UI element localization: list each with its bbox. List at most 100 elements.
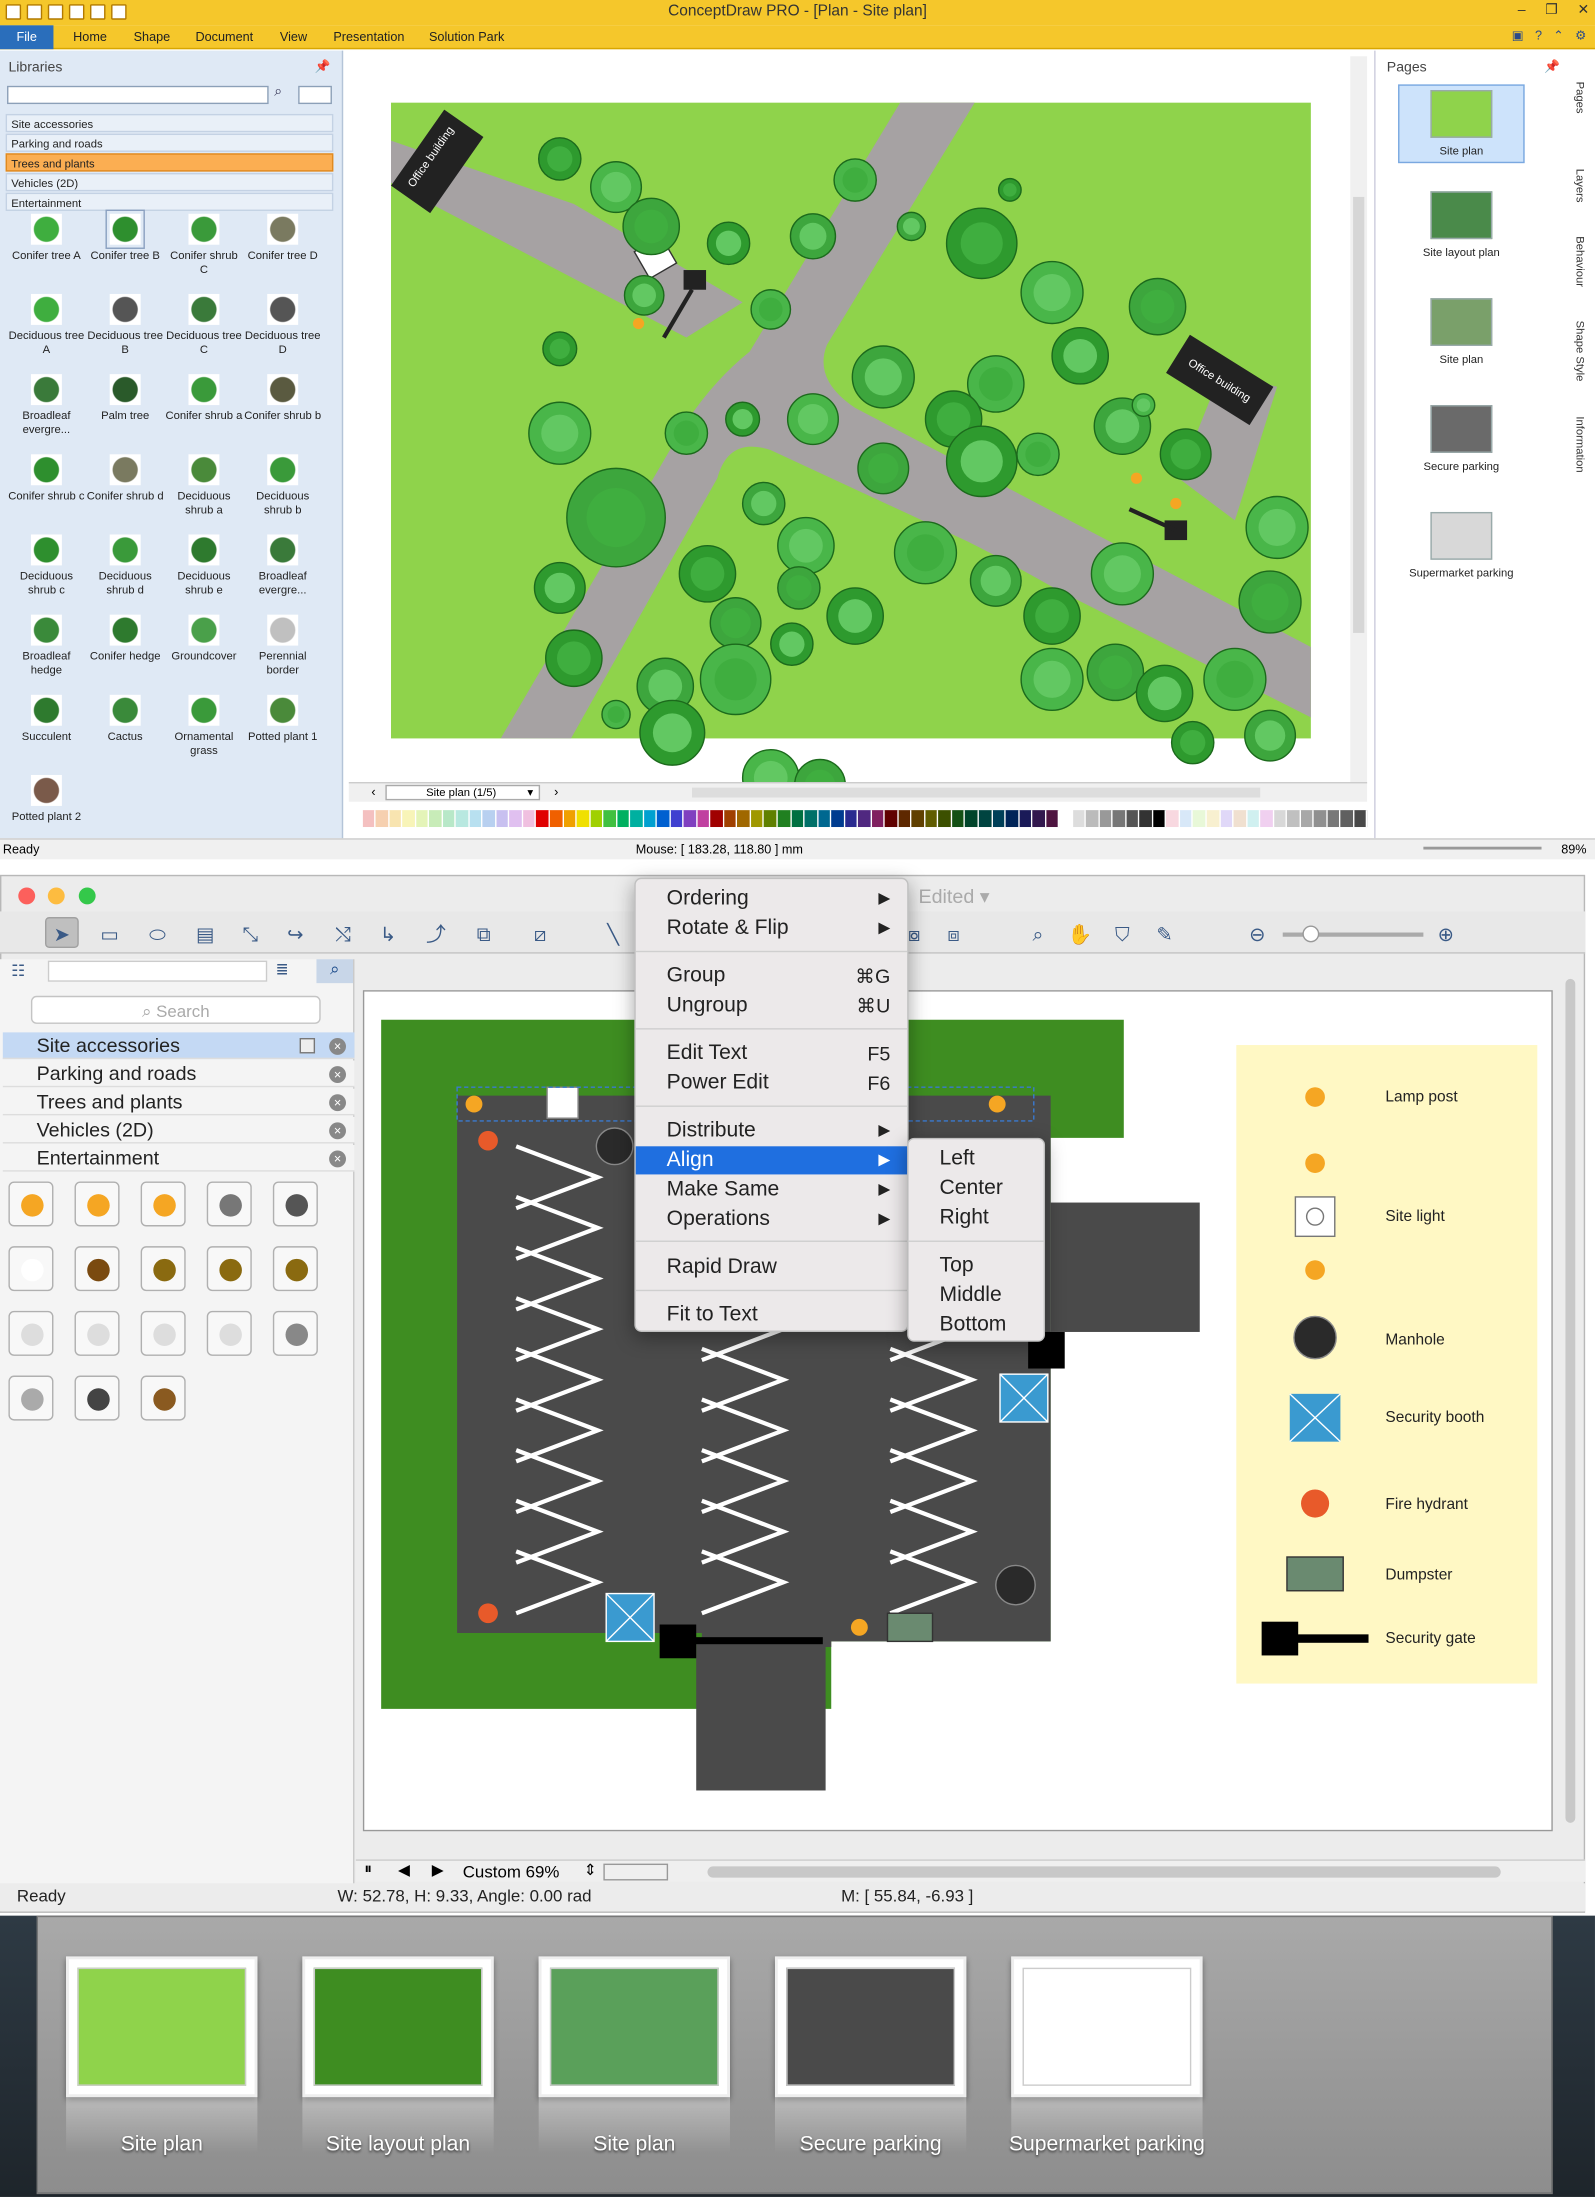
crosswalk-icon[interactable] <box>206 1310 252 1356</box>
library-shape[interactable]: Perennial border <box>243 614 322 678</box>
zoom-out-icon[interactable]: ⊖ <box>1241 917 1275 948</box>
search-icon[interactable]: ⌕ <box>274 84 282 99</box>
library-shape[interactable]: Succulent <box>7 694 86 744</box>
library-item[interactable]: Entertainment <box>5 192 334 211</box>
next-page-icon[interactable]: › <box>554 785 558 799</box>
context-menu-item[interactable]: Rapid Draw <box>636 1253 907 1281</box>
menu-document[interactable]: Document <box>196 30 254 44</box>
page-carousel-thumbnail[interactable] <box>774 1956 967 2098</box>
menu-shape[interactable]: Shape <box>134 30 171 44</box>
mac-library-item[interactable]: Vehicles (2D) × <box>2 1116 355 1144</box>
minimize-icon[interactable] <box>47 887 65 905</box>
close-icon[interactable] <box>18 887 36 905</box>
horizontal-scrollbar[interactable] <box>691 787 1261 798</box>
library-shape[interactable]: Broadleaf evergre... <box>243 534 322 597</box>
palette-swatch[interactable] <box>616 810 631 828</box>
palette-swatch[interactable] <box>590 810 604 828</box>
palette-swatch[interactable] <box>1153 810 1167 828</box>
palette-swatch[interactable] <box>1045 810 1060 828</box>
palette-swatch[interactable] <box>952 810 966 828</box>
menu-view[interactable]: View <box>280 30 307 44</box>
text-tool-icon[interactable]: ▤ <box>188 917 222 948</box>
palette-swatch[interactable] <box>992 810 1006 828</box>
pointer-tool-icon[interactable]: ➤ <box>45 917 79 948</box>
palette-swatch[interactable] <box>1260 810 1274 828</box>
library-shape[interactable]: Deciduous tree D <box>243 293 322 357</box>
zoom-selector[interactable]: Custom 69% <box>463 1862 560 1882</box>
palette-swatch[interactable] <box>670 810 684 828</box>
library-shape[interactable]: Deciduous shrub b <box>243 454 322 517</box>
palette-swatch[interactable] <box>549 810 564 828</box>
library-shape[interactable]: Deciduous tree A <box>7 293 86 357</box>
search-zoom-icon[interactable]: ⌕ <box>1021 917 1055 948</box>
search-icon[interactable]: ⌕ <box>316 959 354 984</box>
palette-swatch[interactable] <box>469 810 483 828</box>
library-shape[interactable]: Deciduous tree B <box>86 293 165 357</box>
arc-connector-icon[interactable]: ⤴ <box>419 917 453 948</box>
eyedropper-icon[interactable]: ✎ <box>1148 917 1182 948</box>
palette-swatch[interactable] <box>1139 810 1154 828</box>
page-carousel-thumbnail[interactable] <box>302 1956 494 2098</box>
palette-swatch[interactable] <box>603 810 617 828</box>
palette-swatch[interactable] <box>1327 810 1341 828</box>
mac-library-item[interactable]: Entertainment × <box>2 1144 355 1172</box>
palette-swatch[interactable] <box>429 810 443 828</box>
library-shape[interactable]: Conifer shrub d <box>86 454 165 503</box>
drawing-canvas[interactable]: Office building Office building <box>348 56 1351 783</box>
library-shape[interactable]: Conifer tree A <box>7 213 86 263</box>
palette-swatch[interactable] <box>697 810 711 828</box>
palette-swatch[interactable] <box>925 810 939 828</box>
curve-connector-icon[interactable]: ↪ <box>278 917 312 948</box>
trash-bin-icon[interactable] <box>74 1310 120 1356</box>
palette-swatch[interactable] <box>402 810 416 828</box>
library-item[interactable]: Vehicles (2D) <box>5 172 334 192</box>
align-option[interactable]: Right <box>909 1204 1044 1232</box>
line-tool-icon[interactable]: ╲ <box>596 917 630 948</box>
align-option[interactable]: Left <box>909 1145 1044 1173</box>
library-shape[interactable]: Broadleaf evergre... <box>7 374 86 437</box>
connector-tool-icon[interactable]: ⤡ <box>233 917 267 948</box>
mac-drawing-canvas[interactable]: Lamp post Site light Manhole Security bo… <box>362 990 1553 1832</box>
library-shape[interactable]: Cactus <box>86 694 165 744</box>
palette-swatch[interactable] <box>938 810 953 828</box>
mac-search-input[interactable]: ⌕ Search <box>30 995 321 1024</box>
library-shape[interactable]: Deciduous tree C <box>165 293 244 357</box>
library-shape[interactable]: Potted plant 2 <box>7 774 86 824</box>
palette-swatch[interactable] <box>898 810 912 828</box>
zoom-in-icon[interactable]: ⊕ <box>1429 917 1463 948</box>
close-library-icon[interactable]: × <box>329 1037 346 1055</box>
palette-swatch[interactable] <box>630 810 644 828</box>
tree-connector-icon[interactable]: ⧉ <box>467 917 501 948</box>
restore-icon[interactable]: ❐ <box>1545 3 1558 18</box>
wood-bench-icon[interactable] <box>140 1375 186 1421</box>
palette-swatch[interactable] <box>1193 810 1207 828</box>
palette-swatch[interactable] <box>1220 810 1234 828</box>
close-library-icon[interactable]: × <box>329 1150 346 1168</box>
palette-swatch[interactable] <box>1005 810 1020 828</box>
elbow-connector-icon[interactable]: ↳ <box>371 917 405 948</box>
palette-swatch[interactable] <box>456 810 470 828</box>
mac-library-item[interactable]: Trees and plants × <box>2 1088 355 1116</box>
palette-swatch[interactable] <box>1314 810 1328 828</box>
menu-solution-park[interactable]: Solution Park <box>429 30 504 44</box>
manhole-icon[interactable] <box>74 1246 120 1292</box>
library-shape[interactable]: Conifer shrub a <box>165 374 244 423</box>
security-gate-icon[interactable] <box>272 1181 318 1227</box>
lamp-row-icon[interactable] <box>140 1246 186 1292</box>
palette-swatch[interactable] <box>737 810 751 828</box>
palette-swatch[interactable] <box>1340 810 1355 828</box>
palette-swatch[interactable] <box>1112 810 1127 828</box>
align-option[interactable]: Bottom <box>909 1311 1044 1339</box>
library-shape[interactable]: Conifer hedge <box>86 614 165 664</box>
library-path-field[interactable] <box>47 960 268 982</box>
palette-swatch[interactable] <box>804 810 819 828</box>
library-item[interactable]: Site accessories <box>5 113 334 133</box>
stepper-icon[interactable]: ⇕ <box>584 1861 597 1879</box>
color-palette[interactable] <box>348 810 1368 828</box>
palette-swatch[interactable] <box>1126 810 1140 828</box>
minimize-icon[interactable]: – <box>1518 3 1526 18</box>
library-tree-icon[interactable]: ☷ <box>11 962 25 980</box>
library-shape[interactable]: Conifer shrub c <box>7 454 86 503</box>
palette-swatch[interactable] <box>442 810 457 828</box>
palette-swatch[interactable] <box>643 810 658 828</box>
